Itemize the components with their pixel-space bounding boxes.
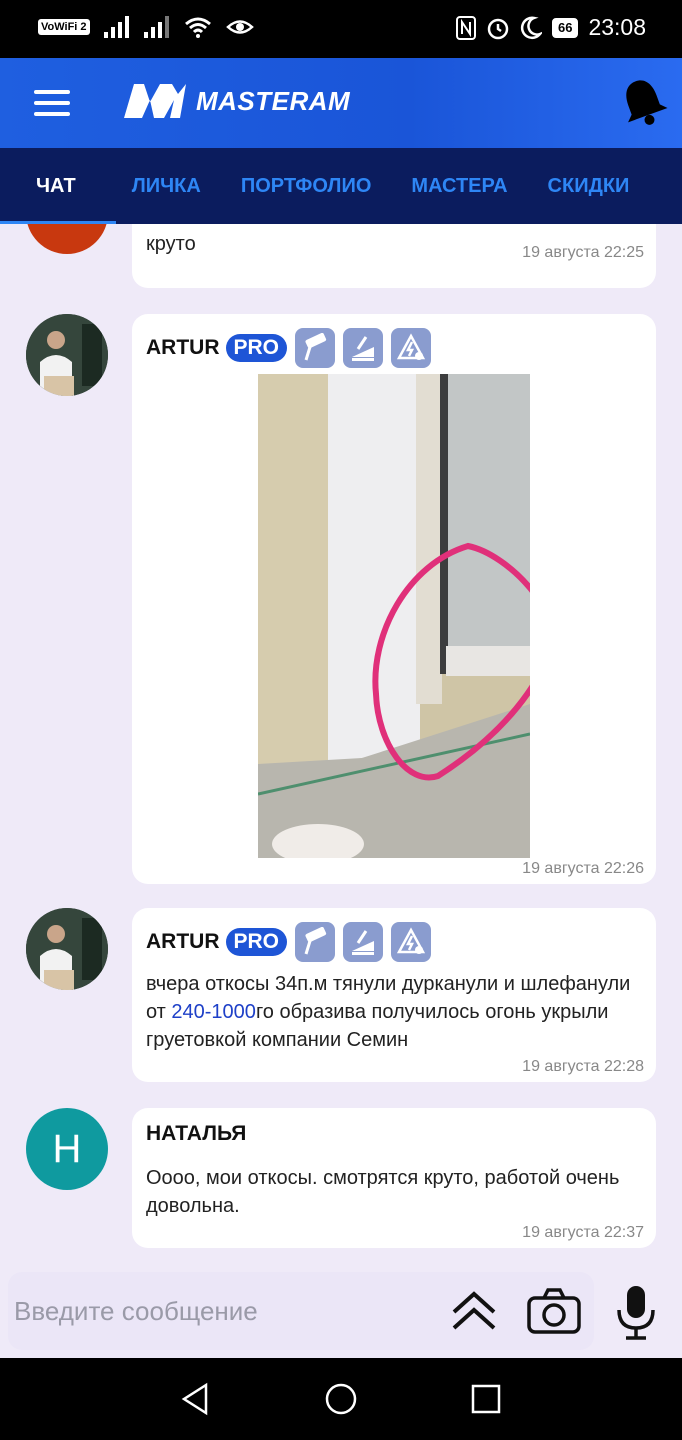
- tab-bar: ЧАТ ЛИЧКА ПОРТФОЛИО МАСТЕРА СКИДКИ: [0, 148, 682, 224]
- electric-icon: [391, 328, 432, 368]
- author-name[interactable]: НАТАЛЬЯ: [146, 1122, 246, 1146]
- message-time: 19 августа 22:37: [522, 1224, 644, 1241]
- trowel-icon: [343, 328, 384, 368]
- clock: 23:08: [588, 14, 646, 40]
- message-text: Оооо, мои откосы. смотрятся круто, работ…: [146, 1167, 620, 1217]
- pro-badge: PRO: [225, 928, 288, 956]
- message-time: 19 августа 22:25: [522, 244, 644, 261]
- electric-icon: [391, 922, 432, 962]
- recents-icon[interactable]: [470, 1383, 502, 1415]
- wifi-icon: [184, 17, 211, 38]
- message-author: ARTUR PRO: [146, 922, 432, 962]
- tab-portfolio[interactable]: ПОРТФОЛИО: [241, 175, 372, 198]
- back-icon[interactable]: [178, 1382, 212, 1416]
- avatar-initial: Н: [52, 1126, 82, 1171]
- vowifi-label: VoWiFi: [41, 21, 78, 33]
- pro-badge: PRO: [225, 334, 288, 362]
- message-time: 19 августа 22:26: [522, 860, 644, 877]
- message-photo[interactable]: [258, 374, 530, 858]
- avatar-photo: [26, 908, 108, 990]
- logo-text: MASTERAM: [196, 85, 351, 116]
- message-bubble: НАТАЛЬЯ Оооо, мои откосы. смотрятся крут…: [132, 1108, 656, 1248]
- author-name[interactable]: ARTUR: [146, 336, 220, 360]
- trowel-icon: [343, 922, 384, 962]
- message-bubble: ARTUR PRO 19 августа 22:26: [132, 314, 656, 884]
- system-nav-bar: [0, 1358, 682, 1440]
- app-header: MASTERAM: [0, 58, 682, 148]
- tab-personal[interactable]: ЛИЧКА: [132, 175, 201, 198]
- tab-chat[interactable]: ЧАТ: [36, 175, 76, 198]
- avatar[interactable]: [26, 314, 108, 396]
- tab-masters[interactable]: МАСТЕРА: [411, 175, 507, 198]
- message-text: круто: [146, 233, 196, 255]
- vowifi-sub: 2: [80, 21, 87, 33]
- logo: MASTERAM: [122, 80, 350, 122]
- tab-discounts[interactable]: СКИДКИ: [548, 175, 630, 198]
- signal-icon: [103, 16, 129, 38]
- bell-icon[interactable]: [618, 76, 668, 128]
- camera-icon[interactable]: [526, 1286, 582, 1336]
- vowifi-indicator: VoWiFi 2: [38, 19, 90, 35]
- author-name[interactable]: ARTUR: [146, 930, 220, 954]
- message-bubble: круто 19 августа 22:25: [132, 224, 656, 288]
- menu-icon[interactable]: [34, 90, 70, 116]
- message-time: 19 августа 22:28: [522, 1058, 644, 1075]
- logo-mark-icon: [124, 84, 186, 118]
- avatar-photo: [26, 314, 108, 396]
- eye-icon: [225, 20, 254, 34]
- chat-feed[interactable]: круто 19 августа 22:25 ARTUR PRO 19 авгу…: [0, 224, 682, 1260]
- message-link[interactable]: 240-1000: [171, 1001, 256, 1023]
- scroll-up-icon[interactable]: [450, 1288, 498, 1334]
- message-bubble: ARTUR PRO вчера откосы 34п.м тянули дурк…: [132, 908, 656, 1082]
- roller-icon: [295, 922, 336, 962]
- nfc-icon: [455, 15, 476, 40]
- message-input[interactable]: [14, 1290, 434, 1332]
- moon-icon: [520, 16, 542, 39]
- avatar[interactable]: [26, 224, 108, 254]
- microphone-icon[interactable]: [614, 1284, 658, 1340]
- avatar[interactable]: [26, 908, 108, 990]
- message-composer: [8, 1272, 594, 1350]
- alarm-icon: [487, 18, 509, 39]
- status-bar: VoWiFi 2 66 23:08: [0, 0, 682, 58]
- message-author: НАТАЛЬЯ: [146, 1122, 246, 1146]
- battery-indicator: 66: [551, 17, 579, 38]
- signal-icon-2: [143, 16, 169, 38]
- avatar[interactable]: Н: [26, 1108, 108, 1190]
- message-author: ARTUR PRO: [146, 328, 432, 368]
- roller-icon: [295, 328, 336, 368]
- message-text: вчера откосы 34п.м тянули дурканули и шл…: [132, 970, 656, 1054]
- home-icon[interactable]: [324, 1382, 358, 1416]
